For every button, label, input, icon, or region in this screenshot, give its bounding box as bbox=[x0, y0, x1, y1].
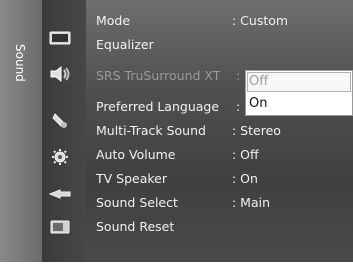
setup-icon[interactable] bbox=[48, 147, 72, 167]
menu-item-equalizer[interactable]: Equalizer bbox=[96, 35, 154, 55]
input-icon[interactable] bbox=[48, 184, 72, 204]
screen-bottom-margin bbox=[0, 262, 353, 273]
channel-icon[interactable] bbox=[48, 110, 72, 130]
menu-item-sound-reset[interactable]: Sound Reset bbox=[96, 217, 174, 237]
srs-option-dropdown: Off On bbox=[245, 70, 353, 116]
menu-item-multi-track-sound[interactable]: Multi-Track Sound bbox=[96, 121, 206, 141]
sound-select-value: : Main bbox=[232, 195, 271, 210]
tv-speaker-value: : On bbox=[232, 171, 258, 186]
sound-settings-list: Mode : Custom Equalizer SRS TruSurround … bbox=[86, 0, 353, 262]
menu-item-auto-volume[interactable]: Auto Volume bbox=[96, 145, 176, 165]
srs-value: : bbox=[236, 68, 241, 83]
auto-volume-value: : Off bbox=[232, 147, 259, 162]
menu-item-mode[interactable]: Mode bbox=[96, 11, 130, 31]
application-icon[interactable] bbox=[48, 217, 72, 237]
menu-item-sound-select[interactable]: Sound Select bbox=[96, 193, 178, 213]
sound-icon[interactable] bbox=[48, 64, 72, 84]
osd-menu: Sound Mode: Custom Equalizer SRS TruSur… bbox=[0, 0, 353, 262]
menu-item-srs-trusurround[interactable]: SRS TruSurround XT bbox=[96, 66, 220, 86]
menu-item-preferred-language[interactable]: Preferred Language bbox=[96, 97, 219, 117]
menu-title: Sound bbox=[13, 44, 27, 82]
menu-item-tv-speaker[interactable]: TV Speaker bbox=[96, 169, 167, 189]
multi-track-sound-value: : Stereo bbox=[232, 123, 281, 138]
mode-value: : Custom bbox=[232, 13, 289, 28]
option-on[interactable]: On bbox=[249, 94, 267, 114]
picture-icon[interactable] bbox=[48, 28, 72, 48]
option-off[interactable]: Off bbox=[249, 72, 268, 92]
menu-rail: Sound bbox=[0, 0, 43, 262]
tv-screen: Sound Mode: Custom Equalizer SRS TruSur… bbox=[0, 0, 353, 273]
preferred-language-value: : bbox=[236, 99, 241, 114]
